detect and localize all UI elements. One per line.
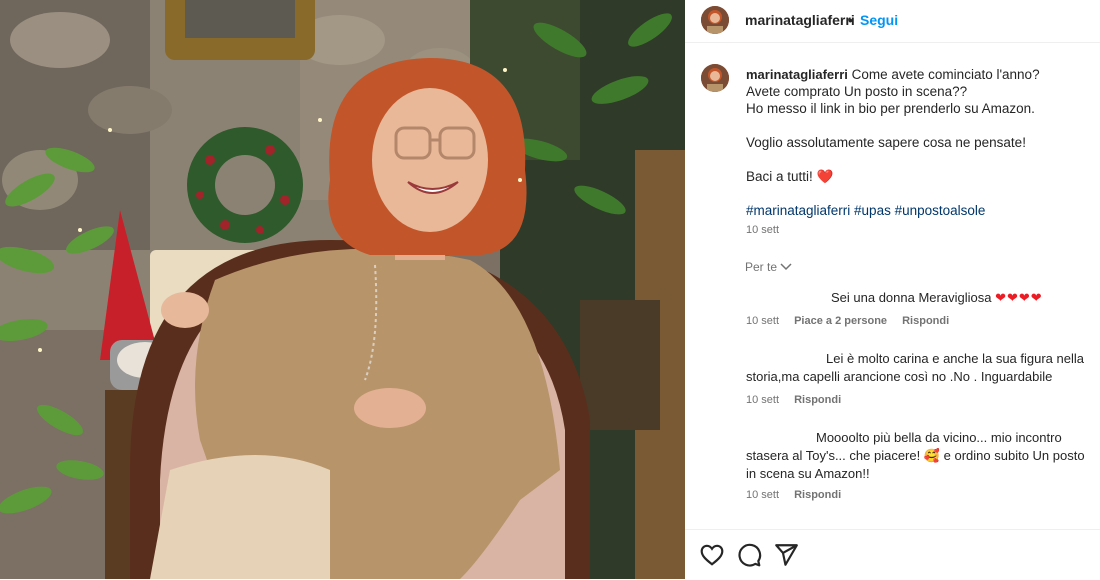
- comment-icon[interactable]: [736, 542, 762, 568]
- post-header: marinatagliaferri • Segui: [685, 0, 1100, 43]
- caption-line: Ho messo il link in bio per prenderlo su…: [746, 101, 1035, 116]
- comment-timestamp[interactable]: 10 sett: [746, 315, 779, 327]
- post-image: [0, 0, 685, 579]
- share-icon[interactable]: [773, 542, 799, 568]
- caption-hashtags[interactable]: #marinatagliaferri #upas #unpostoalsole: [746, 202, 1091, 219]
- caption-line: Baci a tutti!: [746, 169, 813, 184]
- caption-avatar[interactable]: [701, 64, 729, 92]
- follow-button[interactable]: Segui: [860, 12, 898, 28]
- caption-line: Voglio assolutamente sapere cosa ne pens…: [746, 135, 1026, 150]
- comment-likes-link[interactable]: Piace a 2 persone: [794, 315, 887, 327]
- author-avatar[interactable]: [701, 6, 729, 34]
- post-side-panel: marinatagliaferri • Segui marinatagliafe…: [685, 0, 1100, 580]
- reply-button[interactable]: Rispondi: [902, 315, 949, 327]
- reply-button[interactable]: Rispondi: [794, 489, 841, 501]
- caption-username-link[interactable]: marinatagliaferri: [746, 67, 848, 82]
- caption-line: Avete comprato Un posto in scena??: [746, 84, 968, 99]
- red-heart-emoji-icon: ❤️: [816, 169, 834, 184]
- heart-icon[interactable]: [699, 542, 725, 568]
- caption-timestamp[interactable]: 10 sett: [746, 224, 779, 236]
- reply-button[interactable]: Rispondi: [794, 394, 841, 406]
- comment-meta: 10 sett Piace a 2 persone Rispondi: [746, 315, 961, 327]
- comment-text: Lei è molto carina e anche la sua figura…: [746, 351, 1084, 384]
- comment-timestamp[interactable]: 10 sett: [746, 394, 779, 406]
- post-photo[interactable]: [0, 0, 685, 579]
- header-separator: •: [848, 12, 853, 28]
- sort-label: Per te: [745, 260, 778, 274]
- hearts-emoji-icon: ❤❤❤❤: [995, 290, 1043, 305]
- smiling-face-hearts-emoji-icon: 🥰: [923, 448, 941, 463]
- comment-item: Sei una donna Meravigliosa ❤❤❤❤: [831, 289, 1100, 307]
- post-action-bar: [685, 529, 1100, 580]
- comment-text: Sei una donna Meravigliosa: [831, 290, 992, 305]
- post-caption: marinatagliaferri Come avete cominciato …: [746, 66, 1091, 219]
- sort-comments-dropdown[interactable]: Per te: [745, 260, 792, 274]
- comment-timestamp[interactable]: 10 sett: [746, 489, 779, 501]
- comment-meta: 10 sett Rispondi: [746, 489, 853, 501]
- author-username-link[interactable]: marinatagliaferri: [745, 12, 855, 28]
- caption-line: Come avete cominciato l'anno?: [851, 67, 1040, 82]
- comment-item: Lei è molto carina e anche la sua figura…: [746, 350, 1091, 386]
- comment-meta: 10 sett Rispondi: [746, 394, 853, 406]
- comment-item: Moooolto più bella da vicino... mio inco…: [746, 429, 1098, 483]
- chevron-down-icon: [780, 260, 792, 274]
